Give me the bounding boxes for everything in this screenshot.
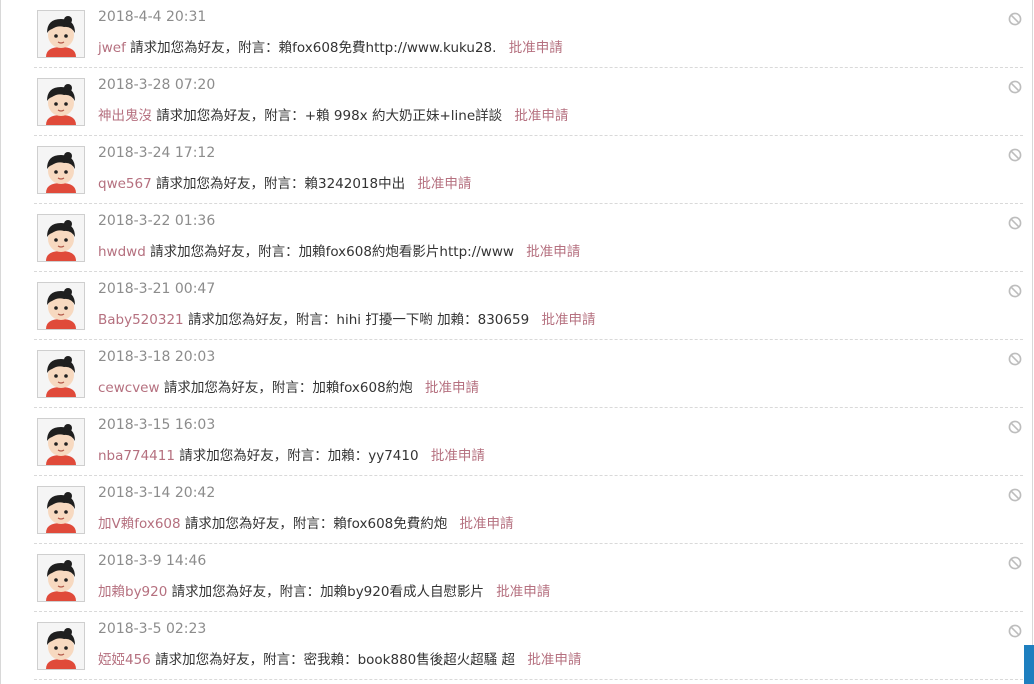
approve-request-link[interactable]: 批准申請 <box>514 108 568 124</box>
default-avatar-icon <box>38 147 84 193</box>
avatar[interactable] <box>37 78 85 126</box>
ignore-icon[interactable] <box>1008 487 1022 502</box>
request-text: 請求加您為好友，附言：加賴：yy7410 <box>179 448 419 464</box>
request-time: 2018-3-21 00:47 <box>98 281 216 297</box>
request-text: 請求加您為好友，附言：hihi 打擾一下喲 加賴：830659 <box>187 312 530 328</box>
request-message: qwe567 請求加您為好友，附言：賴3242018中出 批准申請 <box>98 172 471 192</box>
request-message: nba774411 請求加您為好友，附言：加賴：yy7410 批准申請 <box>98 444 485 464</box>
request-message: jwef 請求加您為好友，附言：賴fox608免費http://www.kuku… <box>98 36 563 56</box>
default-avatar-icon <box>38 215 84 261</box>
request-message: 神出鬼沒 請求加您為好友，附言：+賴 998x 約大奶正妹+line詳談 批准申… <box>98 104 568 124</box>
friend-request-item: 2018-3-5 02:23 婭婭456 請求加您為好友，附言：密我賴：book… <box>34 612 1023 680</box>
default-avatar-icon <box>38 351 84 397</box>
request-text: 請求加您為好友，附言：賴fox608免費約炮 <box>184 516 448 532</box>
avatar[interactable] <box>37 214 85 262</box>
requester-name-link[interactable]: jwef <box>98 40 126 56</box>
requester-name-link[interactable]: nba774411 <box>98 448 175 464</box>
request-time: 2018-3-28 07:20 <box>98 77 216 93</box>
approve-request-link[interactable]: 批准申請 <box>541 312 595 328</box>
request-text: 請求加您為好友，附言：賴fox608免費http://www.kuku28. <box>130 40 497 56</box>
avatar[interactable] <box>37 10 85 58</box>
friend-request-list: 2018-4-4 20:31 jwef 請求加您為好友，附言：賴fox608免費… <box>34 0 1023 680</box>
scrollbar-thumb[interactable] <box>1024 645 1034 684</box>
default-avatar-icon <box>38 623 84 669</box>
avatar[interactable] <box>37 282 85 330</box>
default-avatar-icon <box>38 487 84 533</box>
request-text: 請求加您為好友，附言：加賴by920看成人自慰影片 <box>171 584 484 600</box>
friend-request-item: 2018-3-14 20:42 加V賴fox608 請求加您為好友，附言：賴fo… <box>34 476 1023 544</box>
friend-request-item: 2018-3-21 00:47 Baby520321 請求加您為好友，附言：hi… <box>34 272 1023 340</box>
ignore-icon[interactable] <box>1008 283 1022 298</box>
requester-name-link[interactable]: hwdwd <box>98 244 146 260</box>
approve-request-link[interactable]: 批准申請 <box>417 176 471 192</box>
requester-name-link[interactable]: qwe567 <box>98 176 152 192</box>
request-text: 請求加您為好友，附言：+賴 998x 約大奶正妹+line詳談 <box>156 108 503 124</box>
request-time: 2018-3-5 02:23 <box>98 621 207 637</box>
default-avatar-icon <box>38 79 84 125</box>
ignore-icon[interactable] <box>1008 11 1022 26</box>
request-message: 加V賴fox608 請求加您為好友，附言：賴fox608免費約炮 批准申請 <box>98 512 514 532</box>
avatar[interactable] <box>37 418 85 466</box>
request-text: 請求加您為好友，附言：加賴fox608約炮 <box>163 380 413 396</box>
request-time: 2018-3-14 20:42 <box>98 485 216 501</box>
ignore-icon[interactable] <box>1008 623 1022 638</box>
ignore-icon[interactable] <box>1008 555 1022 570</box>
friend-request-item: 2018-3-18 20:03 cewcvew 請求加您為好友，附言：加賴fox… <box>34 340 1023 408</box>
default-avatar-icon <box>38 555 84 601</box>
requester-name-link[interactable]: 神出鬼沒 <box>98 108 152 124</box>
request-text: 請求加您為好友，附言：密我賴：book880售後超火超騷 超 <box>155 652 516 668</box>
friend-request-item: 2018-3-28 07:20 神出鬼沒 請求加您為好友，附言：+賴 998x … <box>34 68 1023 136</box>
ignore-icon[interactable] <box>1008 351 1022 366</box>
requester-name-link[interactable]: Baby520321 <box>98 312 184 328</box>
requester-name-link[interactable]: 加V賴fox608 <box>98 516 181 532</box>
approve-request-link[interactable]: 批准申請 <box>526 244 580 260</box>
requester-name-link[interactable]: cewcvew <box>98 380 160 396</box>
ignore-icon[interactable] <box>1008 79 1022 94</box>
approve-request-link[interactable]: 批准申請 <box>431 448 485 464</box>
approve-request-link[interactable]: 批准申請 <box>425 380 479 396</box>
request-message: hwdwd 請求加您為好友，附言：加賴fox608約炮看影片http://www… <box>98 240 580 260</box>
request-time: 2018-3-24 17:12 <box>98 145 216 161</box>
avatar[interactable] <box>37 486 85 534</box>
default-avatar-icon <box>38 419 84 465</box>
friend-request-item: 2018-3-22 01:36 hwdwd 請求加您為好友，附言：加賴fox60… <box>34 204 1023 272</box>
approve-request-link[interactable]: 批准申請 <box>509 40 563 56</box>
avatar[interactable] <box>37 554 85 602</box>
request-message: 加賴by920 請求加您為好友，附言：加賴by920看成人自慰影片 批准申請 <box>98 580 550 600</box>
default-avatar-icon <box>38 283 84 329</box>
approve-request-link[interactable]: 批准申請 <box>460 516 514 532</box>
request-time: 2018-3-18 20:03 <box>98 349 216 365</box>
avatar[interactable] <box>37 350 85 398</box>
default-avatar-icon <box>38 11 84 57</box>
ignore-icon[interactable] <box>1008 419 1022 434</box>
requester-name-link[interactable]: 婭婭456 <box>98 652 151 668</box>
avatar[interactable] <box>37 146 85 194</box>
request-text: 請求加您為好友，附言：賴3242018中出 <box>155 176 406 192</box>
request-message: cewcvew 請求加您為好友，附言：加賴fox608約炮 批准申請 <box>98 376 479 396</box>
request-time: 2018-3-15 16:03 <box>98 417 216 433</box>
friend-request-item: 2018-3-24 17:12 qwe567 請求加您為好友，附言：賴32420… <box>34 136 1023 204</box>
friend-request-item: 2018-3-9 14:46 加賴by920 請求加您為好友，附言：加賴by92… <box>34 544 1023 612</box>
approve-request-link[interactable]: 批准申請 <box>496 584 550 600</box>
request-message: 婭婭456 請求加您為好友，附言：密我賴：book880售後超火超騷 超 批准申… <box>98 648 581 668</box>
request-message: Baby520321 請求加您為好友，附言：hihi 打擾一下喲 加賴：8306… <box>98 308 595 328</box>
request-text: 請求加您為好友，附言：加賴fox608約炮看影片http://www <box>150 244 514 260</box>
friend-request-item: 2018-4-4 20:31 jwef 請求加您為好友，附言：賴fox608免費… <box>34 0 1023 68</box>
requester-name-link[interactable]: 加賴by920 <box>98 584 167 600</box>
ignore-icon[interactable] <box>1008 147 1022 162</box>
avatar[interactable] <box>37 622 85 670</box>
request-time: 2018-3-9 14:46 <box>98 553 207 569</box>
friend-request-panel: 2018-4-4 20:31 jwef 請求加您為好友，附言：賴fox608免費… <box>0 0 1033 684</box>
request-time: 2018-4-4 20:31 <box>98 9 207 25</box>
ignore-icon[interactable] <box>1008 215 1022 230</box>
friend-request-item: 2018-3-15 16:03 nba774411 請求加您為好友，附言：加賴：… <box>34 408 1023 476</box>
request-time: 2018-3-22 01:36 <box>98 213 216 229</box>
approve-request-link[interactable]: 批准申請 <box>527 652 581 668</box>
